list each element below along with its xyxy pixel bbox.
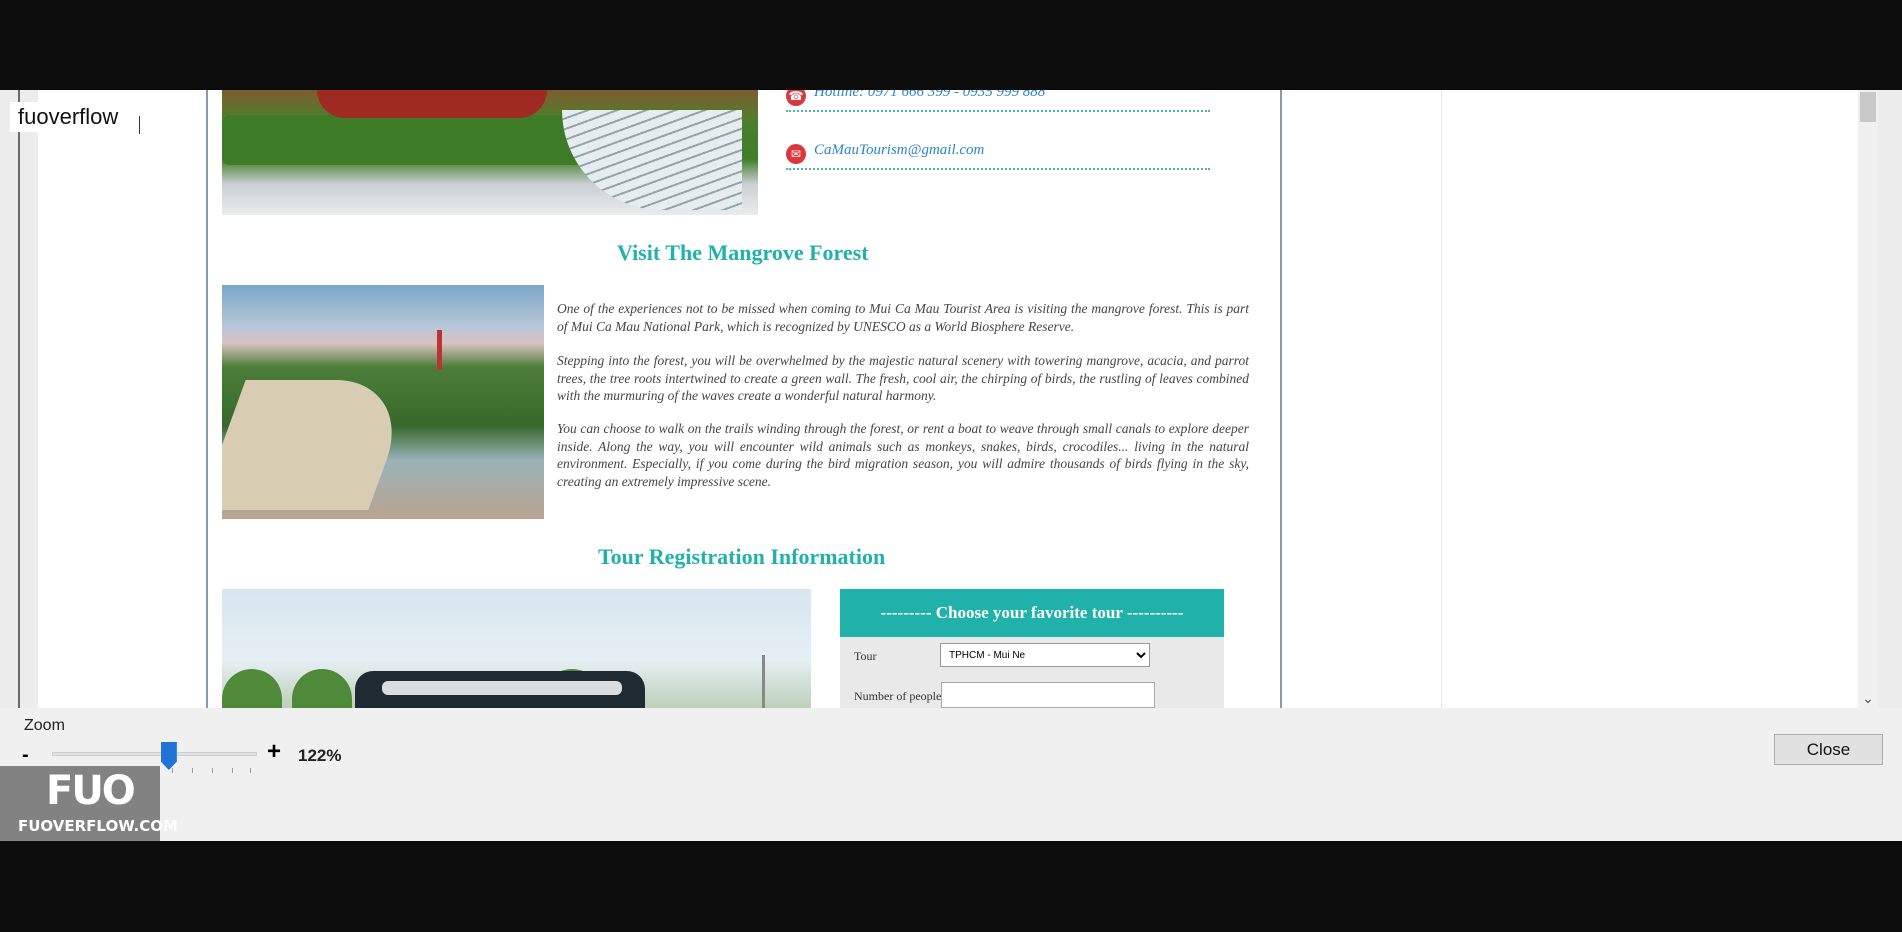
logo-mark: FUO — [46, 768, 136, 814]
zoom-label: Zoom — [24, 717, 65, 734]
chevron-down-icon[interactable]: ⌄ — [1858, 688, 1878, 708]
hedge-shape — [222, 115, 602, 165]
palm-shape — [292, 669, 352, 708]
email-text: CaMauTourism@gmail.com — [814, 142, 985, 158]
tour-registration-form: --------- Choose your favorite tour ----… — [840, 589, 1224, 708]
tour-bus-photo — [222, 589, 811, 708]
bus-window-shape — [382, 681, 622, 695]
slider-tick — [232, 768, 233, 773]
hotline-row: ☎ Hotline: 0971 666 399 - 0935 999 888 — [786, 90, 1210, 112]
zoom-value: 122% — [298, 746, 342, 765]
flag-tower-shape — [437, 330, 442, 370]
steps-shape — [562, 110, 742, 210]
form-header: --------- Choose your favorite tour ----… — [840, 589, 1224, 637]
tour-select[interactable]: TPHCM - Mui Ne — [940, 643, 1150, 667]
scrollbar-thumb[interactable] — [1860, 92, 1876, 122]
close-button[interactable]: Close — [1774, 734, 1883, 765]
zoom-out-button[interactable]: - — [22, 744, 29, 767]
vertical-scrollbar[interactable]: ⌄ — [1858, 90, 1878, 708]
mangrove-paragraph: One of the experiences not to be missed … — [557, 301, 1249, 334]
tour-label: Tour — [854, 649, 877, 663]
monument-shape — [317, 90, 547, 118]
overlay-caption: fuoverflow — [10, 102, 127, 132]
mail-icon: ✉ — [786, 144, 806, 164]
watermark-logo: FUO FUOVERFLOW.COM — [0, 766, 178, 841]
monument-photo — [222, 90, 758, 215]
hotline-text: Hotline: 0971 666 399 - 0935 999 888 — [814, 90, 1046, 100]
page-left-border — [18, 90, 20, 708]
text-cursor — [139, 116, 140, 134]
lamp-post-shape — [762, 655, 765, 708]
logo-site-text: FUOVERFLOW.COM — [18, 817, 178, 835]
mangrove-paragraph: Stepping into the forest, you will be ov… — [557, 353, 1249, 403]
zoom-slider-track[interactable] — [52, 752, 257, 756]
slider-tick — [192, 768, 193, 773]
registration-section-title: Tour Registration Information — [598, 544, 886, 569]
slider-tick — [172, 768, 173, 773]
river-shape — [222, 380, 416, 510]
mangrove-section-title: Visit The Mangrove Forest — [617, 240, 869, 265]
preview-area[interactable]: ☎ Hotline: 0971 666 399 - 0935 999 888 ✉… — [0, 90, 1902, 708]
people-label: Number of people — [854, 689, 942, 703]
people-input[interactable] — [941, 682, 1155, 708]
zoom-bar: Zoom - + 122% Close — [0, 708, 1902, 841]
zoom-slider-thumb[interactable] — [160, 742, 177, 770]
document-margin — [1441, 90, 1860, 708]
mangrove-forest-photo — [222, 285, 544, 519]
print-preview-window: ☎ Hotline: 0971 666 399 - 0935 999 888 ✉… — [0, 90, 1902, 841]
zoom-in-button[interactable]: + — [267, 738, 281, 766]
mangrove-paragraph: You can choose to walk on the trails win… — [557, 421, 1249, 489]
screen: ☎ Hotline: 0971 666 399 - 0935 999 888 ✉… — [0, 0, 1902, 932]
slider-tick — [212, 768, 213, 773]
email-row: ✉ CaMauTourism@gmail.com — [786, 140, 1210, 170]
phone-icon: ☎ — [786, 90, 806, 106]
slider-tick — [250, 768, 251, 773]
palm-shape — [222, 669, 282, 708]
